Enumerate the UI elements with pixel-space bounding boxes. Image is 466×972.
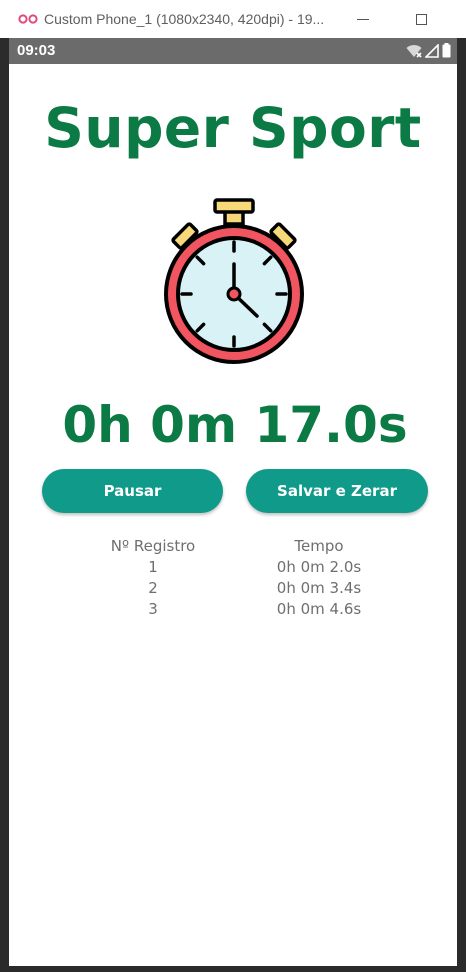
save-reset-button[interactable]: Salvar e Zerar [246,469,428,513]
window-left-edge [0,38,9,972]
signal-icon [425,43,439,58]
record-number: 3 [148,600,158,618]
table-row: 3 0h 0m 4.6s [9,600,457,621]
timer-display: 0h 0m 17.0s [62,396,408,454]
status-time: 09:03 [17,42,56,59]
window-title: Custom Phone_1 (1080x2340, 420dpi) - 19.… [44,11,325,27]
emulator-logo-icon [18,14,38,24]
stopwatch-icon [164,198,304,364]
maximize-button[interactable] [404,6,438,32]
table-row: 1 0h 0m 2.0s [9,558,457,579]
emulator-title-bar: Custom Phone_1 (1080x2340, 420dpi) - 19.… [0,0,466,38]
phone-screen: 09:03 Super Sport 0h 0m 17.0s Pausar Sal… [9,38,457,966]
pause-button[interactable]: Pausar [42,469,223,513]
record-time: 0h 0m 2.0s [276,558,362,576]
record-time: 0h 0m 4.6s [276,600,362,618]
wifi-icon [406,44,422,58]
app-title: Super Sport [44,96,422,160]
minimize-icon [357,18,369,20]
record-time: 0h 0m 3.4s [276,579,362,597]
battery-icon [442,43,451,58]
maximize-icon [415,13,427,25]
header-time: Tempo [294,537,344,555]
records-header: Nº Registro Tempo [9,537,457,558]
records-table: Nº Registro Tempo 1 0h 0m 2.0s 2 0h 0m 3… [9,537,457,621]
minimize-button[interactable] [346,6,380,32]
table-row: 2 0h 0m 3.4s [9,579,457,600]
status-icons [406,43,451,58]
header-record-number: Nº Registro [110,537,196,555]
record-number: 1 [148,558,158,576]
record-number: 2 [148,579,158,597]
status-bar: 09:03 [9,38,457,64]
